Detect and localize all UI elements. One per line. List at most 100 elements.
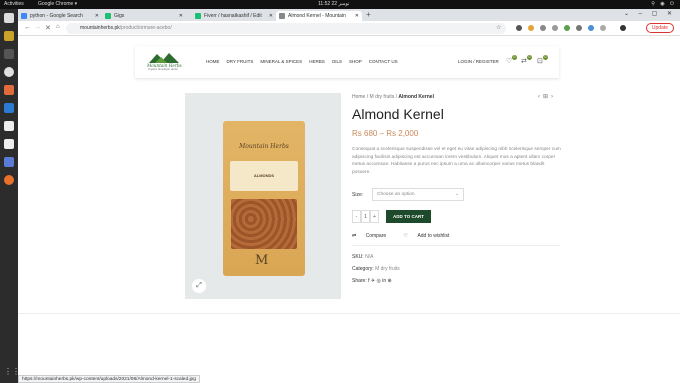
google-icon bbox=[21, 13, 27, 19]
compare-count: 0 bbox=[527, 55, 532, 60]
extension-icon[interactable] bbox=[600, 25, 606, 31]
os-top-bar: Activities Google Chrome ▾ 11:52 22 نومب… bbox=[0, 0, 680, 9]
terminal-icon[interactable] bbox=[4, 49, 14, 59]
size-select[interactable]: Choose an option ⌄ bbox=[372, 188, 464, 201]
section-divider bbox=[18, 313, 680, 314]
quantity-stepper: - 1 + bbox=[352, 210, 379, 223]
forward-icon[interactable]: → bbox=[34, 24, 41, 31]
site-icon bbox=[279, 13, 285, 19]
chevron-down-icon: ⌄ bbox=[454, 192, 459, 197]
tab-python-search[interactable]: python - Google Search ✕ bbox=[18, 11, 102, 21]
home-icon[interactable]: ⌂ bbox=[56, 24, 60, 30]
extension-icon[interactable] bbox=[564, 25, 570, 31]
close-icon[interactable]: ✕ bbox=[355, 11, 359, 21]
tab-fiverr-edit[interactable]: Fiverr / hasnatkashif / Edit ✕ bbox=[192, 11, 276, 21]
extension-icon[interactable] bbox=[516, 25, 522, 31]
compare-link[interactable]: ⇄ Compare bbox=[352, 233, 394, 239]
menu-dry-fruits[interactable]: DRY FRUITS bbox=[227, 59, 254, 64]
bookmark-star-icon[interactable]: ☆ bbox=[496, 24, 501, 31]
update-button[interactable]: Update bbox=[645, 23, 674, 33]
document-icon[interactable] bbox=[4, 121, 14, 131]
rhythmbox-icon[interactable] bbox=[4, 31, 14, 41]
tab-gigs[interactable]: Gigs ✕ bbox=[102, 11, 186, 21]
chrome-icon[interactable] bbox=[4, 67, 14, 77]
login-register-link[interactable]: LOGIN / REGISTER bbox=[458, 59, 499, 64]
window-controls[interactable]: ⌄ – ▢ ✕ bbox=[624, 10, 676, 17]
category-link[interactable]: M dry fruits bbox=[375, 266, 400, 272]
wishlist-icon[interactable]: ♡ 0 bbox=[506, 55, 517, 65]
close-icon[interactable]: ✕ bbox=[179, 11, 183, 21]
breadcrumb-home[interactable]: Home bbox=[352, 94, 365, 100]
wishlist-count: 0 bbox=[512, 55, 517, 60]
share-icons[interactable]: f ✈ ◎ in ⊕ bbox=[368, 278, 392, 284]
close-icon[interactable]: ✕ bbox=[95, 11, 99, 21]
status-bar-url: https://mountainherbs.pk/wp-content/uplo… bbox=[18, 375, 200, 383]
system-tray-icons[interactable]: ⚲ ◉ ⏻ bbox=[651, 1, 676, 7]
new-tab-icon[interactable]: + bbox=[366, 10, 371, 19]
menu-mineral-spices[interactable]: MINERAL & SPICES bbox=[260, 59, 302, 64]
tab-label: Almond Kernel - Mountain bbox=[288, 13, 346, 19]
grid-icon[interactable]: ⊞ bbox=[543, 94, 551, 100]
wishlist-label: Add to wishlist bbox=[417, 233, 450, 239]
url-path: /product/ormare-acebo/ bbox=[119, 25, 172, 31]
product-price: Rs 680 – Rs 2,000 bbox=[352, 129, 419, 138]
qty-input[interactable]: 1 bbox=[361, 210, 370, 223]
extension-icon[interactable] bbox=[576, 25, 582, 31]
fiverr-icon bbox=[105, 13, 111, 19]
breadcrumb-current: Almond Kernel bbox=[398, 94, 434, 100]
text-editor-icon[interactable] bbox=[4, 139, 14, 149]
tab-almond-kernel[interactable]: Almond Kernel - Mountain ✕ bbox=[276, 11, 362, 21]
clock[interactable]: 11:52 22 نومبر bbox=[318, 1, 349, 7]
close-icon[interactable]: ✕ bbox=[269, 11, 273, 21]
product-title: Almond Kernel bbox=[352, 106, 444, 122]
menu-contact[interactable]: CONTACT US bbox=[369, 59, 398, 64]
url-domain: mountainherbs.pk bbox=[80, 25, 120, 31]
product-image[interactable]: Mountain Herbs ALMONDS M ⤢ bbox=[185, 93, 341, 299]
bag-monogram: M bbox=[255, 253, 269, 268]
qty-decrease-button[interactable]: - bbox=[352, 210, 361, 223]
extension-icon[interactable] bbox=[528, 25, 534, 31]
fiverr-icon bbox=[195, 13, 201, 19]
menu-home[interactable]: HOME bbox=[206, 59, 220, 64]
add-to-cart-button[interactable]: ADD TO CART bbox=[386, 210, 431, 223]
back-icon[interactable]: ← bbox=[24, 24, 31, 31]
product-actions: ⇄ Compare ♡ Add to wishlist bbox=[352, 233, 465, 239]
address-bar-row: ← → ✕ ⌂ mountainherbs.pk/product/ormare-… bbox=[18, 21, 680, 36]
url-input[interactable]: mountainherbs.pk/product/ormare-acebo/ bbox=[66, 23, 506, 34]
bag-product-name: ALMONDS bbox=[253, 173, 275, 178]
wishlist-link[interactable]: ♡ Add to wishlist bbox=[404, 233, 458, 239]
logo-subtext: Organic Himalayan Herbs bbox=[148, 68, 178, 71]
extension-icon[interactable] bbox=[552, 25, 558, 31]
compare-icon[interactable]: ⇄ 0 bbox=[521, 55, 532, 65]
menu-herbs[interactable]: HERBS bbox=[309, 59, 325, 64]
bag-label: ALMONDS bbox=[230, 161, 298, 191]
app-icon-2[interactable] bbox=[4, 157, 14, 167]
breadcrumb-separator: / bbox=[366, 94, 369, 100]
files-icon[interactable] bbox=[4, 13, 14, 23]
activities-button[interactable]: Activities bbox=[4, 1, 24, 7]
almond-bag-image: Mountain Herbs ALMONDS M bbox=[223, 121, 305, 276]
menu-shop[interactable]: SHOP bbox=[349, 59, 362, 64]
sku-row: SKU: N/A bbox=[352, 254, 373, 260]
category-label: Category: bbox=[352, 266, 374, 272]
menu-oils[interactable]: OILS bbox=[332, 59, 342, 64]
zoom-icon[interactable]: ⤢ bbox=[192, 279, 206, 293]
reload-icon[interactable]: ✕ bbox=[45, 24, 51, 32]
next-product-icon[interactable]: › bbox=[551, 94, 556, 100]
app-icon[interactable] bbox=[4, 85, 14, 95]
site-logo[interactable]: Mountain Herbs Organic Himalayan Herbs bbox=[145, 51, 189, 73]
breadcrumb-separator: / bbox=[395, 94, 398, 100]
breadcrumb-category[interactable]: M dry fruits bbox=[370, 94, 395, 100]
product-navigation: ‹⊞› bbox=[538, 93, 556, 100]
vscode-icon[interactable] bbox=[4, 103, 14, 113]
qty-increase-button[interactable]: + bbox=[370, 210, 379, 223]
extension-icon[interactable] bbox=[588, 25, 594, 31]
app-menu[interactable]: Google Chrome ▾ bbox=[38, 1, 77, 7]
apps-grid-icon[interactable]: ⋮⋮ bbox=[4, 367, 20, 377]
profile-avatar[interactable] bbox=[620, 25, 626, 31]
firefox-icon[interactable] bbox=[4, 175, 14, 185]
share-label: Share: bbox=[352, 278, 367, 284]
cart-icon[interactable]: ⊡ 0 bbox=[537, 55, 548, 65]
bag-brand: Mountain Herbs bbox=[239, 143, 289, 150]
extension-icon[interactable] bbox=[540, 25, 546, 31]
